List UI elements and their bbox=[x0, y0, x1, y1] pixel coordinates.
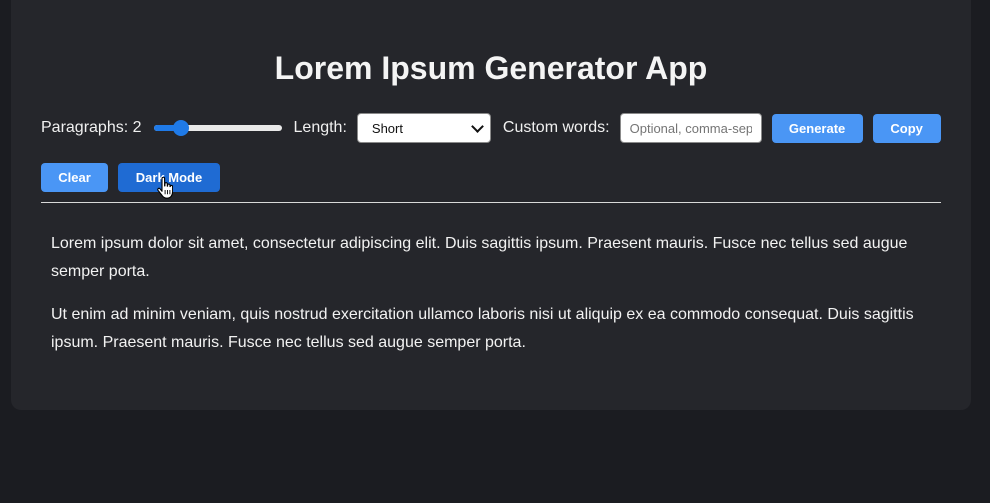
length-select-value: Short bbox=[371, 120, 403, 136]
output-paragraph: Lorem ipsum dolor sit amet, consectetur … bbox=[51, 235, 908, 280]
output-paragraph: Ut enim ad minim veniam, quis nostrud ex… bbox=[51, 306, 914, 351]
slider-thumb[interactable] bbox=[172, 120, 189, 136]
paragraphs-label: Paragraphs: 2 bbox=[41, 119, 142, 136]
length-label: Length: bbox=[293, 119, 347, 136]
dark-mode-button[interactable]: Dark Mode bbox=[118, 163, 220, 199]
app-card: Lorem Ipsum Generator App Paragraphs: 2 … bbox=[11, 0, 971, 410]
chevron-down-icon bbox=[471, 119, 484, 133]
length-select[interactable]: Short bbox=[356, 113, 491, 143]
controls-bar: Paragraphs: 2 Length: Short Custom words… bbox=[41, 113, 941, 199]
copy-button[interactable]: Copy bbox=[872, 113, 941, 143]
custom-words-label: Custom words: bbox=[502, 119, 610, 136]
output-area: Lorem ipsum dolor sit amet, consectetur … bbox=[51, 230, 931, 372]
hand-pointer-icon bbox=[157, 177, 173, 199]
clear-button[interactable]: Clear bbox=[41, 163, 108, 192]
divider bbox=[41, 202, 941, 203]
page-title: Lorem Ipsum Generator App bbox=[274, 50, 708, 86]
custom-words-input[interactable] bbox=[619, 113, 762, 143]
generate-button[interactable]: Generate bbox=[771, 113, 863, 143]
paragraphs-slider[interactable] bbox=[153, 119, 282, 137]
